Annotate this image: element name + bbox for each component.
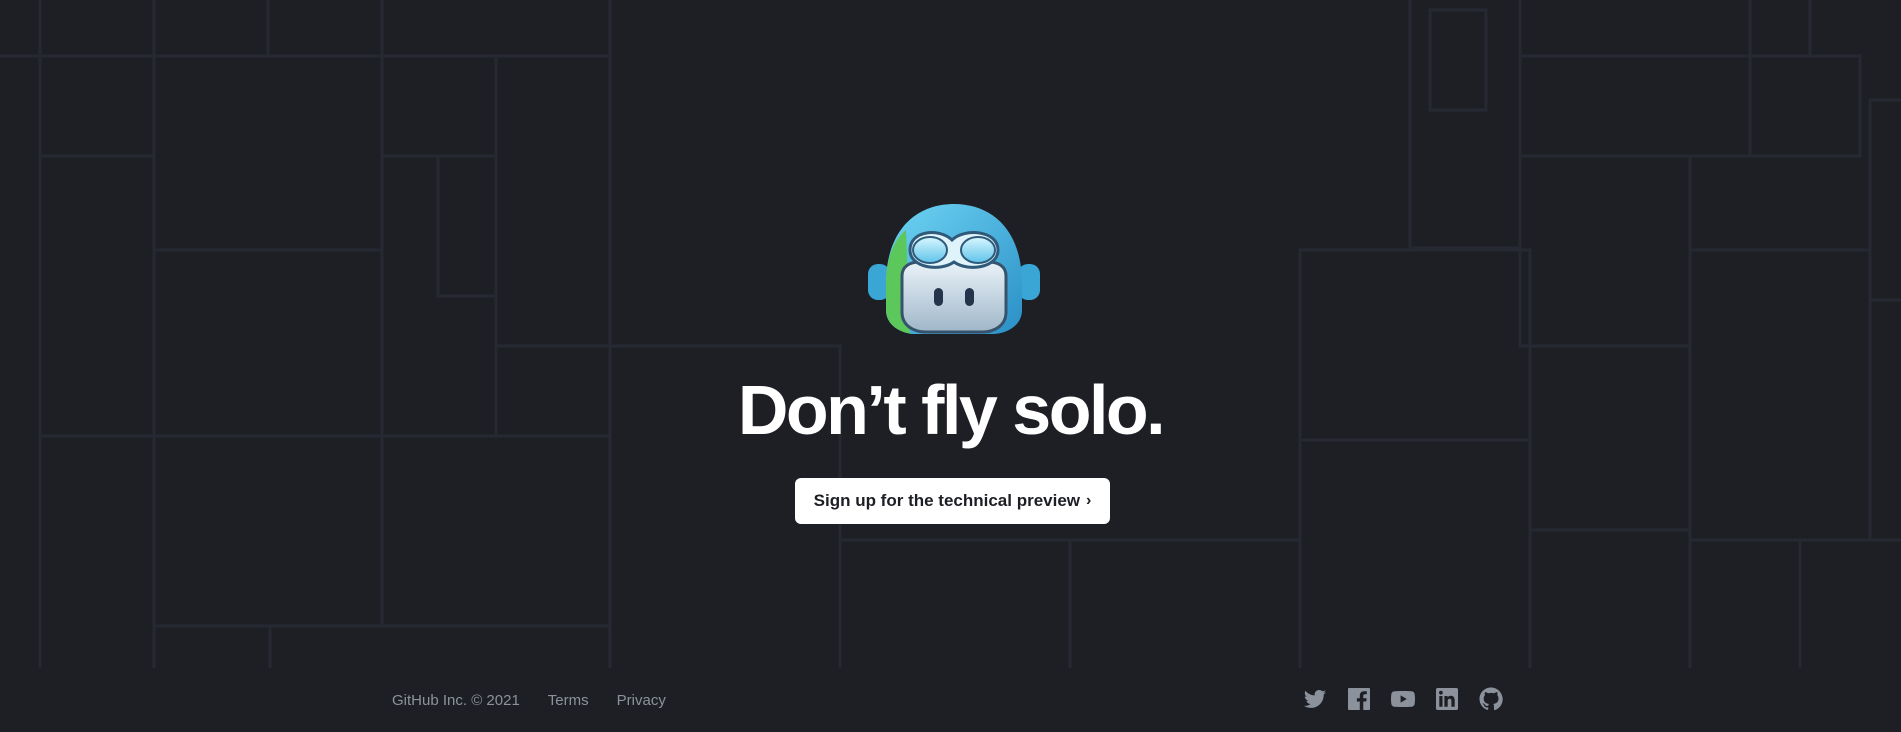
- signup-button-label: Sign up for the technical preview: [813, 491, 1081, 510]
- privacy-link[interactable]: Privacy: [617, 692, 666, 709]
- facebook-icon[interactable]: [1347, 687, 1371, 711]
- footer: GitHub Inc. © 2021 Terms Privacy: [0, 668, 1901, 732]
- page: Don’t fly solo. Sign up for the technica…: [0, 0, 1901, 732]
- footer-links: GitHub Inc. © 2021 Terms Privacy: [392, 692, 666, 709]
- twitter-icon[interactable]: [1303, 687, 1327, 711]
- signup-preview-button[interactable]: Sign up for the technical preview ›: [795, 478, 1110, 524]
- hero-section: Don’t fly solo. Sign up for the technica…: [0, 0, 1901, 600]
- headline: Don’t fly solo.: [737, 371, 1166, 449]
- chevron-right-icon: ›: [1086, 491, 1092, 509]
- copilot-mascot-icon: [868, 204, 1040, 334]
- copyright-text: GitHub Inc. © 2021: [392, 692, 520, 709]
- social-links: [1303, 687, 1503, 711]
- github-icon[interactable]: [1479, 687, 1503, 711]
- linkedin-icon[interactable]: [1435, 687, 1459, 711]
- youtube-icon[interactable]: [1391, 687, 1415, 711]
- terms-link[interactable]: Terms: [548, 692, 589, 709]
